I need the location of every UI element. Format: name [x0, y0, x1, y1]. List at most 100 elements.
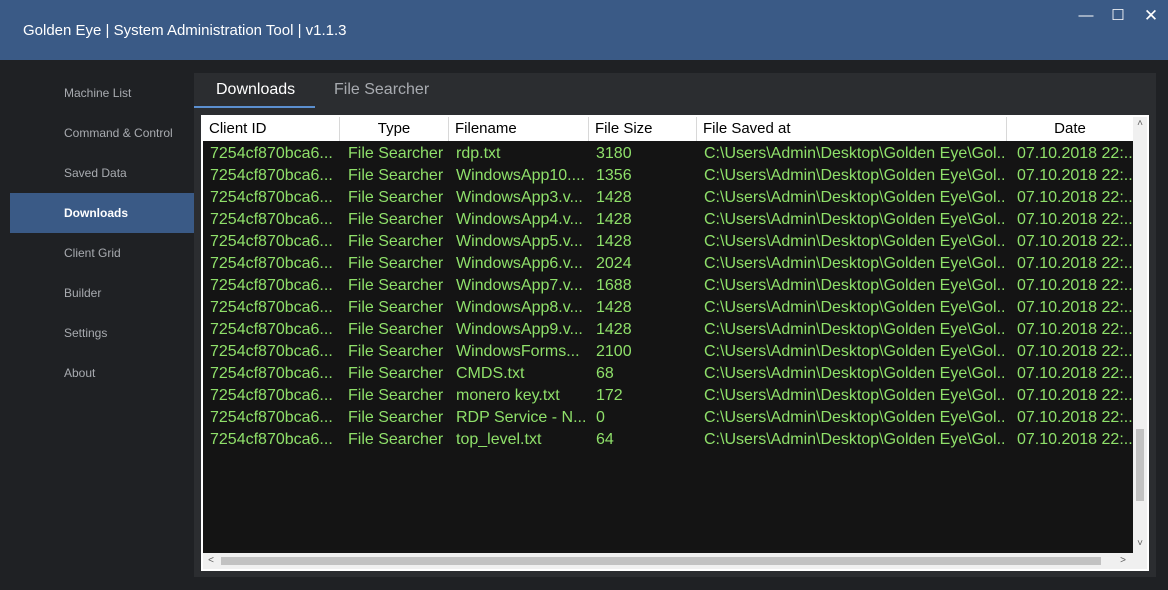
scroll-left-icon[interactable]: <	[203, 553, 219, 569]
cell-file-size: 2100	[596, 343, 632, 360]
cell-client-id: 7254cf870bca6...	[210, 321, 333, 338]
cell-client-id: 7254cf870bca6...	[210, 409, 333, 426]
cell-type: File Searcher	[348, 321, 444, 338]
horizontal-scrollbar[interactable]: < >	[203, 553, 1133, 569]
cell-filename: WindowsApp3.v...	[456, 189, 583, 206]
vertical-scroll-thumb[interactable]	[1136, 429, 1144, 501]
sidebar-item-settings[interactable]: Settings	[10, 313, 194, 353]
cell-filename: WindowsForms...	[456, 343, 580, 360]
cell-date: 07.10.2018 22:...	[1017, 299, 1133, 316]
cell-file-saved-at: C:\Users\Admin\Desktop\Golden Eye\Gol...	[704, 145, 1004, 162]
cell-date: 07.10.2018 22:...	[1017, 277, 1133, 294]
cell-file-size: 64	[596, 431, 614, 448]
cell-client-id: 7254cf870bca6...	[210, 343, 333, 360]
cell-type: File Searcher	[348, 255, 444, 272]
table-header: Client ID Type Filename File Size File S…	[203, 117, 1133, 141]
table-row[interactable]: 7254cf870bca6... File Searcher WindowsApp5…	[203, 231, 1133, 253]
cell-type: File Searcher	[348, 189, 444, 206]
table-row[interactable]: 7254cf870bca6... File Searcher RDP Service…	[203, 407, 1133, 429]
table-body-area: Client ID Type Filename File Size File S…	[203, 117, 1147, 569]
cell-client-id: 7254cf870bca6...	[210, 233, 333, 250]
cell-file-size: 172	[596, 387, 623, 404]
cell-file-size: 1428	[596, 299, 632, 316]
cell-type: File Searcher	[348, 211, 444, 228]
cell-file-saved-at: C:\Users\Admin\Desktop\Golden Eye\Gol...	[704, 211, 1004, 228]
cell-client-id: 7254cf870bca6...	[210, 387, 333, 404]
column-header-type[interactable]: Type	[340, 117, 449, 141]
cell-file-saved-at: C:\Users\Admin\Desktop\Golden Eye\Gol...	[704, 387, 1004, 404]
column-header-file-saved-at[interactable]: File Saved at	[697, 117, 1007, 141]
cell-client-id: 7254cf870bca6...	[210, 211, 333, 228]
cell-filename: WindowsApp8.v...	[456, 299, 583, 316]
sidebar-item-saved-data[interactable]: Saved Data	[10, 153, 194, 193]
table-row[interactable]: 7254cf870bca6... File Searcher WindowsApp9…	[203, 319, 1133, 341]
close-button[interactable]: ✕	[1139, 6, 1163, 26]
cell-type: File Searcher	[348, 277, 444, 294]
cell-filename: top_level.txt	[456, 431, 542, 448]
cell-client-id: 7254cf870bca6...	[210, 277, 333, 294]
cell-client-id: 7254cf870bca6...	[210, 365, 333, 382]
table-row[interactable]: 7254cf870bca6... File Searcher WindowsApp3…	[203, 187, 1133, 209]
sidebar-item-about[interactable]: About	[10, 353, 194, 393]
minimize-button[interactable]: —	[1074, 6, 1098, 26]
column-header-date[interactable]: Date	[1007, 117, 1133, 141]
table-row[interactable]: 7254cf870bca6... File Searcher WindowsForm…	[203, 341, 1133, 363]
cell-file-saved-at: C:\Users\Admin\Desktop\Golden Eye\Gol...	[704, 409, 1004, 426]
scroll-down-icon[interactable]: ˅	[1133, 537, 1147, 551]
sidebar-item-builder[interactable]: Builder	[10, 273, 194, 313]
table-row[interactable]: 7254cf870bca6... File Searcher WindowsApp4…	[203, 209, 1133, 231]
cell-type: File Searcher	[348, 299, 444, 316]
cell-client-id: 7254cf870bca6...	[210, 299, 333, 316]
cell-filename: WindowsApp6.v...	[456, 255, 583, 272]
table-row[interactable]: 7254cf870bca6... File Searcher rdp.txt 3180…	[203, 143, 1133, 165]
cell-file-saved-at: C:\Users\Admin\Desktop\Golden Eye\Gol...	[704, 277, 1004, 294]
cell-date: 07.10.2018 22:...	[1017, 145, 1133, 162]
column-header-file-size[interactable]: File Size	[589, 117, 697, 141]
cell-client-id: 7254cf870bca6...	[210, 189, 333, 206]
table-row[interactable]: 7254cf870bca6... File Searcher WindowsApp6…	[203, 253, 1133, 275]
cell-file-saved-at: C:\Users\Admin\Desktop\Golden Eye\Gol...	[704, 189, 1004, 206]
cell-type: File Searcher	[348, 387, 444, 404]
column-header-client-id[interactable]: Client ID	[203, 117, 340, 141]
cell-file-size: 1428	[596, 189, 632, 206]
scroll-right-icon[interactable]: >	[1115, 553, 1131, 569]
cell-date: 07.10.2018 22:...	[1017, 431, 1133, 448]
cell-date: 07.10.2018 22:...	[1017, 211, 1133, 228]
tab-file-searcher[interactable]: File Searcher	[334, 81, 429, 109]
horizontal-scroll-thumb[interactable]	[221, 557, 1101, 565]
cell-date: 07.10.2018 22:...	[1017, 321, 1133, 338]
cell-filename: WindowsApp7.v...	[456, 277, 583, 294]
window-title: Golden Eye | System Administration Tool …	[23, 22, 347, 39]
table-row[interactable]: 7254cf870bca6... File Searcher CMDS.txt 68 C…	[203, 363, 1133, 385]
table-row[interactable]: 7254cf870bca6... File Searcher top_level.t…	[203, 429, 1133, 451]
sidebar-item-downloads[interactable]: Downloads	[10, 193, 194, 233]
cell-file-saved-at: C:\Users\Admin\Desktop\Golden Eye\Gol...	[704, 431, 1004, 448]
cell-file-saved-at: C:\Users\Admin\Desktop\Golden Eye\Gol...	[704, 255, 1004, 272]
cell-file-size: 1428	[596, 321, 632, 338]
cell-type: File Searcher	[348, 431, 444, 448]
cell-file-size: 2024	[596, 255, 632, 272]
cell-filename: monero key.txt	[456, 387, 560, 404]
maximize-button[interactable]: ☐	[1106, 6, 1130, 26]
active-tab-indicator	[194, 106, 315, 108]
column-header-filename[interactable]: Filename	[449, 117, 589, 141]
cell-date: 07.10.2018 22:...	[1017, 255, 1133, 272]
sidebar-item-command-control[interactable]: Command & Control	[10, 113, 194, 153]
scroll-up-icon[interactable]: ˄	[1133, 117, 1147, 131]
cell-type: File Searcher	[348, 409, 444, 426]
vertical-scrollbar[interactable]: ˄ ˅	[1133, 117, 1147, 553]
table-row[interactable]: 7254cf870bca6... File Searcher WindowsApp8…	[203, 297, 1133, 319]
sidebar-item-client-grid[interactable]: Client Grid	[10, 233, 194, 273]
cell-date: 07.10.2018 22:...	[1017, 387, 1133, 404]
table-row[interactable]: 7254cf870bca6... File Searcher monero key.…	[203, 385, 1133, 407]
sidebar-item-machine-list[interactable]: Machine List	[10, 73, 194, 113]
cell-file-saved-at: C:\Users\Admin\Desktop\Golden Eye\Gol...	[704, 233, 1004, 250]
cell-file-size: 3180	[596, 145, 632, 162]
table-row[interactable]: 7254cf870bca6... File Searcher WindowsApp7…	[203, 275, 1133, 297]
tab-downloads[interactable]: Downloads	[216, 81, 295, 109]
table-row[interactable]: 7254cf870bca6... File Searcher WindowsApp1…	[203, 165, 1133, 187]
cell-file-size: 0	[596, 409, 605, 426]
downloads-table: Client ID Type Filename File Size File S…	[201, 115, 1149, 571]
cell-filename: WindowsApp10....	[456, 167, 585, 184]
cell-date: 07.10.2018 22:...	[1017, 343, 1133, 360]
